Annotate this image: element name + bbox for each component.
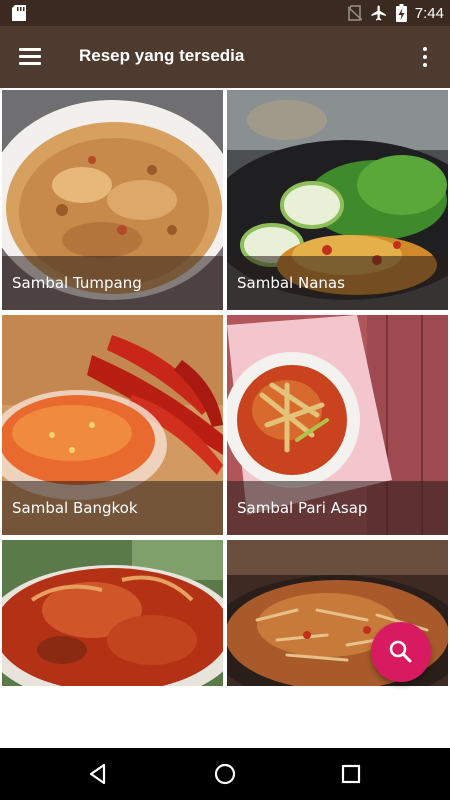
status-time: 7:44 (414, 4, 444, 22)
home-icon[interactable] (209, 758, 241, 790)
recipe-name: Sambal Tumpang (12, 274, 142, 292)
hamburger-menu-icon[interactable] (14, 43, 46, 71)
recipe-card-sambal-pari-asap[interactable]: Sambal Pari Asap (227, 315, 448, 535)
recipe-name: Sambal Bangkok (12, 499, 138, 517)
recipe-card-sambal-bangkok[interactable]: Sambal Bangkok (2, 315, 223, 535)
search-fab-button[interactable] (371, 622, 431, 682)
recipe-card-sambal-tumpang[interactable]: Sambal Tumpang (2, 90, 223, 310)
system-nav-bar (0, 748, 450, 800)
search-icon (389, 640, 412, 663)
more-vert-icon[interactable] (410, 42, 440, 72)
app-bar: Resep yang tersedia (0, 26, 450, 88)
recipe-name: Sambal Nanas (237, 274, 345, 292)
status-bar: 7:44 (0, 0, 450, 26)
recipe-caption: Sambal Tumpang (2, 256, 223, 310)
sd-card-icon (12, 5, 26, 21)
back-icon[interactable] (82, 758, 114, 790)
recipe-caption: Sambal Pari Asap (227, 481, 448, 535)
airplane-icon (371, 5, 386, 21)
recipe-name: Sambal Pari Asap (237, 499, 368, 517)
page-title: Resep yang tersedia (79, 46, 245, 65)
recents-icon[interactable] (335, 758, 367, 790)
recipe-card-sambal-nanas[interactable]: Sambal Nanas (227, 90, 448, 310)
recipe-card-5[interactable] (2, 540, 223, 686)
recipe-image (2, 540, 223, 686)
battery-charging-icon (395, 4, 407, 22)
recipe-caption: Sambal Nanas (227, 256, 448, 310)
no-sim-icon (347, 5, 362, 21)
recipe-caption: Sambal Bangkok (2, 481, 223, 535)
